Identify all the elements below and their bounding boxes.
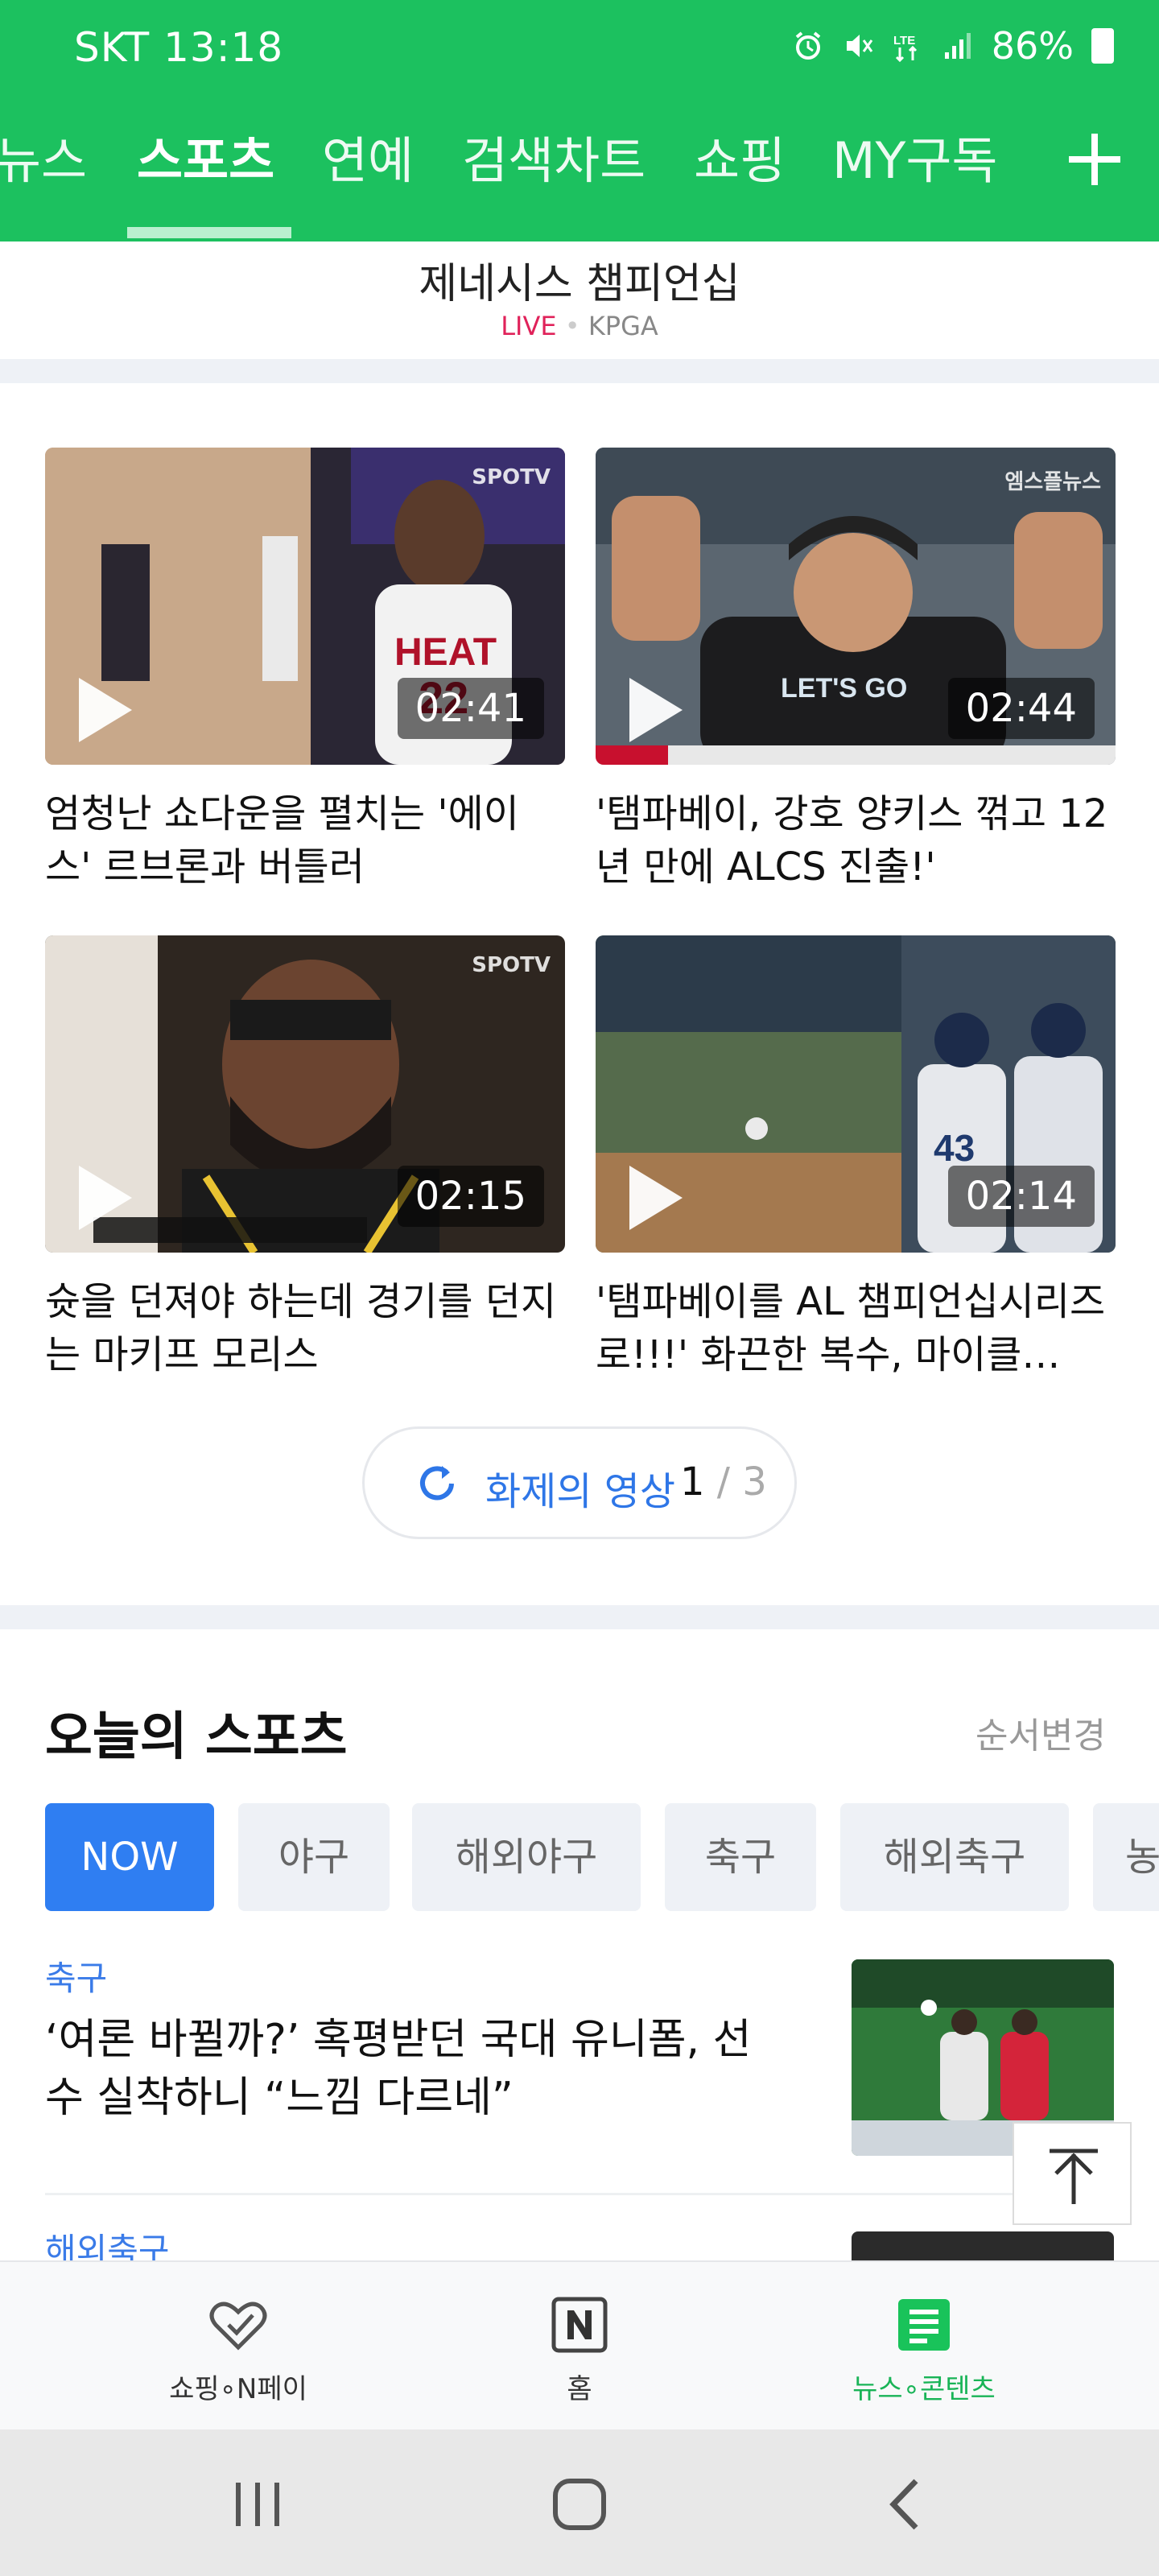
live-game-meta: LIVE • KPGA [0, 311, 1159, 341]
lte-icon: LTE [893, 34, 917, 62]
nav-home[interactable]: 홈 [459, 2262, 700, 2431]
video-title[interactable]: 슛을 던져야 하는데 경기를 던지는 마키프 모리스 [45, 1275, 565, 1381]
nav-label: 뉴스∘콘텐츠 [852, 2373, 996, 2405]
tab-my-subscription[interactable]: MY구독 [832, 121, 997, 201]
bottom-navigation: 쇼핑∘N페이 홈 뉴스∘콘텐츠 [0, 2260, 1159, 2431]
section-title: 오늘의 스포츠 [45, 1707, 348, 1767]
svg-text:LTE: LTE [893, 34, 915, 47]
svg-text:LET'S GO: LET'S GO [781, 673, 907, 704]
page-indicator: 1 / 3 [680, 1459, 767, 1505]
nav-news-content[interactable]: 뉴스∘콘텐츠 [803, 2262, 1045, 2431]
nav-shopping-npay[interactable]: 쇼핑∘N페이 [118, 2262, 359, 2431]
list-divider [45, 2193, 1114, 2195]
tab-shopping[interactable]: 쇼핑 [694, 121, 786, 201]
broadcaster-logo: SPOTV [472, 465, 551, 489]
broadcaster-logo: 엠스플뉴스 [1004, 470, 1101, 494]
video-duration: 02:44 [947, 678, 1095, 739]
svg-text:HEAT: HEAT [394, 631, 497, 674]
play-icon [79, 678, 132, 742]
back-icon[interactable] [877, 2475, 934, 2534]
category-tabs: 뉴스 스포츠 연예 검색차트 쇼핑 MY구독 [0, 121, 1159, 242]
play-icon [79, 1166, 132, 1230]
video-title[interactable]: '탬파베이를 AL 챔피언십시리즈로!!!' 화끈한 복수, 마이클… [596, 1275, 1116, 1381]
page-separator: / [704, 1459, 743, 1505]
video-thumbnail[interactable]: HEAT 22 SPOTV 02:41 [45, 448, 565, 765]
meta-dot: • [564, 311, 580, 341]
active-tab-indicator [127, 227, 291, 238]
total-pages: 3 [742, 1459, 767, 1505]
svg-text:43: 43 [934, 1127, 975, 1169]
status-icons: LTE 86% [792, 24, 1114, 68]
section-separator [0, 359, 1159, 383]
section-separator [0, 1605, 1159, 1629]
status-bar: SKT 13:18 LTE 86% [0, 0, 1159, 97]
naver-n-icon [551, 2297, 608, 2353]
video-thumbnail[interactable]: 43 02:14 [596, 935, 1116, 1253]
chip-soccer[interactable]: 축구 [665, 1803, 816, 1911]
live-badge: LIVE [501, 311, 557, 341]
video-duration: 02:41 [397, 678, 544, 739]
live-game-card[interactable]: 제네시스 챔피언십 LIVE • KPGA [0, 242, 1159, 359]
tab-entertainment[interactable]: 연예 [322, 121, 414, 201]
add-tab-icon[interactable] [1064, 129, 1125, 190]
refresh-icon [420, 1466, 454, 1501]
alarm-icon [795, 31, 821, 60]
chip-basketball-partial[interactable]: 농 [1093, 1803, 1159, 1911]
chip-now[interactable]: NOW [45, 1803, 214, 1911]
scroll-to-top-button[interactable] [1013, 2122, 1132, 2225]
more-videos-button[interactable]: 화제의 영상 1 / 3 [362, 1426, 797, 1539]
heart-check-icon [209, 2301, 267, 2351]
league-label: KPGA [588, 311, 658, 341]
chip-overseas-soccer[interactable]: 해외축구 [840, 1803, 1069, 1911]
arrow-up-icon [1050, 2149, 1098, 2204]
video-duration: 02:15 [397, 1166, 544, 1227]
system-navigation-bar [0, 2429, 1159, 2576]
carrier-time: SKT 13:18 [74, 24, 284, 71]
tab-news[interactable]: 뉴스 [0, 121, 87, 201]
more-videos-label: 화제의 영상 [485, 1469, 676, 1514]
top-app-bar: SKT 13:18 LTE 86% 뉴스 스포츠 연예 검색차트 쇼핑 MY구독 [0, 0, 1159, 242]
nav-label: 쇼핑∘N페이 [169, 2373, 307, 2405]
video-duration: 02:14 [947, 1166, 1095, 1227]
news-icon [898, 2299, 950, 2351]
video-thumbnail[interactable]: SPOTV 02:15 [45, 935, 565, 1253]
article-title[interactable]: ‘여론 바뀔까?’ 혹평받던 국대 유니폼, 선수 실착하니 “느낌 다르네” [45, 2011, 786, 2127]
news-list-item[interactable]: 축구 ‘여론 바뀔까?’ 혹평받던 국대 유니폼, 선수 실착하니 “느낌 다르… [45, 1951, 1114, 2193]
signal-icon [944, 33, 971, 59]
tab-search-chart[interactable]: 검색차트 [462, 121, 645, 201]
video-title[interactable]: '탬파베이, 강호 양키스 꺾고 12년 만에 ALCS 진출!' [596, 787, 1116, 894]
current-page: 1 [680, 1459, 705, 1505]
home-icon[interactable] [547, 2475, 612, 2534]
play-icon [629, 678, 683, 742]
battery-percent: 86% [991, 24, 1074, 68]
live-game-title: 제네시스 챔피언십 [419, 260, 740, 308]
nav-label: 홈 [567, 2373, 592, 2405]
article-category: 축구 [45, 1959, 108, 1998]
tab-sports[interactable]: 스포츠 [137, 121, 274, 201]
play-icon [629, 1166, 683, 1230]
mute-icon [846, 35, 872, 57]
video-thumbnail[interactable]: LET'S GO 엠스플뉴스 02:44 [596, 448, 1116, 765]
video-title[interactable]: 엄청난 쇼다운을 펼치는 '에이스' 르브론과 버틀러 [45, 787, 565, 894]
chip-overseas-baseball[interactable]: 해외야구 [412, 1803, 641, 1911]
chip-baseball[interactable]: 야구 [238, 1803, 390, 1911]
broadcaster-logo: SPOTV [472, 953, 551, 977]
battery-icon [1091, 28, 1114, 64]
reorder-button[interactable]: 순서변경 [975, 1707, 1106, 1758]
recent-apps-icon[interactable] [225, 2476, 290, 2533]
